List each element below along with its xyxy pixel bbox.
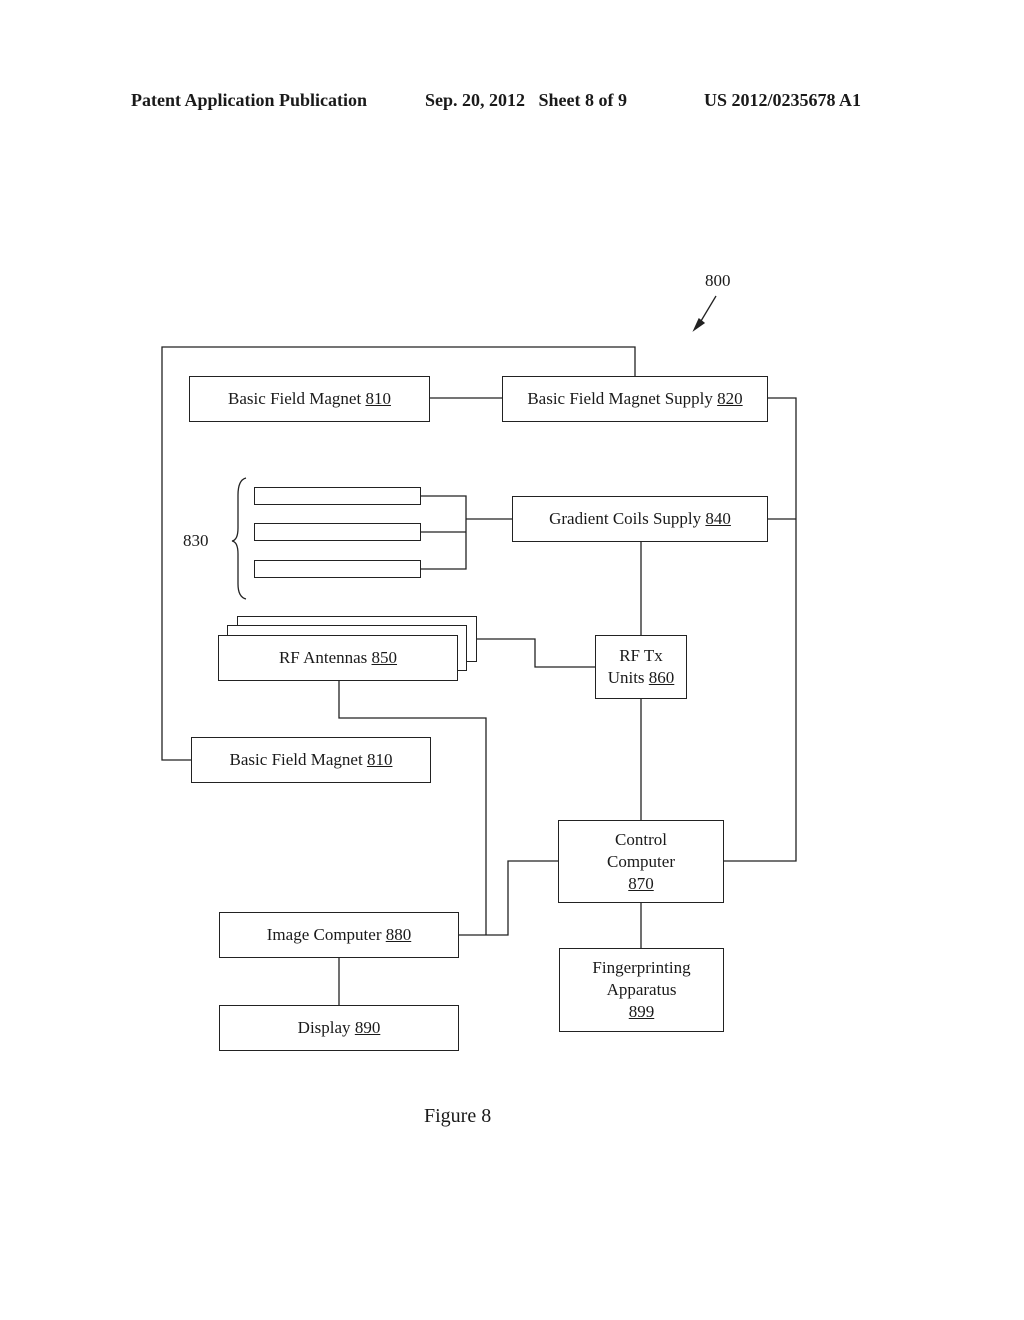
- block-ref: 870: [628, 873, 654, 893]
- fingerprinting-apparatus: Fingerprinting Apparatus 899: [559, 948, 724, 1032]
- basic-field-magnet-supply: Basic Field Magnet Supply 820: [502, 376, 768, 422]
- block-ref: 820: [717, 389, 743, 408]
- image-computer: Image Computer 880: [219, 912, 459, 958]
- rf-antennas: RF Antennas 850: [218, 635, 458, 681]
- block-ref: 810: [366, 750, 393, 769]
- block-label: Gradient Coils Supply: [549, 509, 706, 528]
- gradient-coils-group-label: 830: [183, 531, 209, 550]
- block-label: Display: [297, 1018, 355, 1037]
- block-label-line2: Computer: [607, 851, 675, 871]
- display: Display 890: [219, 1005, 459, 1051]
- wire-antennas-to-image-computer: [338, 681, 487, 935]
- gradient-coil-2: [254, 523, 421, 541]
- block-label: Basic Field Magnet: [228, 389, 366, 408]
- block-label-line1: RF Tx: [619, 646, 663, 665]
- block-label: Basic Field Magnet Supply: [527, 389, 718, 408]
- basic-field-magnet-top: Basic Field Magnet 810: [189, 376, 430, 422]
- coils-brace: [231, 477, 247, 600]
- wire-image-to-control: [459, 860, 558, 936]
- rf-tx-units: RF Tx Units 860: [595, 635, 687, 699]
- figure-caption: Figure 8: [424, 1105, 492, 1127]
- block-ref: 860: [648, 668, 675, 687]
- gradient-coils-supply: Gradient Coils Supply 840: [512, 496, 768, 542]
- block-ref: 840: [705, 509, 731, 528]
- block-ref: 890: [354, 1018, 381, 1037]
- block-ref: 899: [628, 1002, 655, 1021]
- block-ref: 810: [365, 389, 391, 408]
- block-label: Image Computer: [266, 925, 386, 944]
- block-label-line2: Units: [607, 668, 649, 687]
- wire-antennas-to-rftx: [476, 638, 595, 668]
- figure-reference-label: 800: [705, 271, 731, 290]
- connector-lines: [161, 295, 797, 1005]
- block-label: Basic Field Magnet: [229, 750, 367, 769]
- gradient-coil-1: [254, 487, 421, 505]
- block-label-line2: Apparatus: [606, 980, 677, 999]
- block-label-line1: Fingerprinting: [592, 958, 691, 977]
- gradient-coil-3: [254, 560, 421, 578]
- block-ref: 850: [371, 648, 398, 667]
- basic-field-magnet-bottom: Basic Field Magnet 810: [191, 737, 431, 783]
- reference-arrow-head: [692, 317, 706, 332]
- wire-right-bus: [724, 397, 797, 862]
- block-label: RF Antennas: [278, 648, 372, 667]
- block-ref: 880: [385, 925, 412, 944]
- control-computer: Control Computer 870: [558, 820, 724, 903]
- block-label-line1: Control: [615, 829, 667, 849]
